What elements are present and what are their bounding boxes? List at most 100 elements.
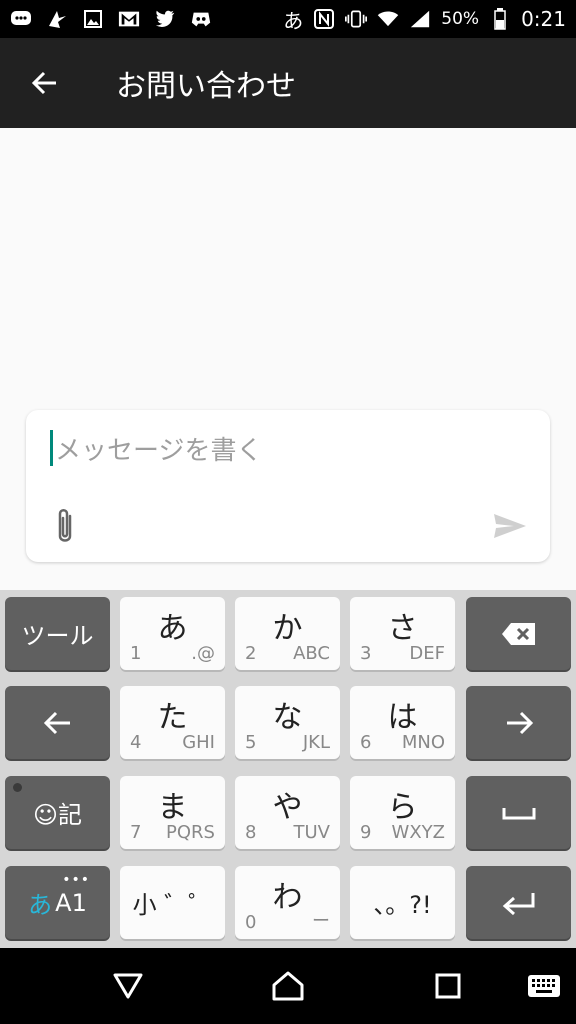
image-icon (82, 8, 104, 30)
key-ha[interactable]: は 6 MNO (350, 686, 455, 759)
key-na-num: 5 (245, 732, 257, 753)
key-na-main: な (272, 700, 303, 735)
cursor-right-key[interactable] (466, 686, 571, 759)
battery-icon (489, 8, 511, 30)
key-ka-sub: ABC (293, 643, 330, 664)
tool-key[interactable]: ツール (5, 597, 110, 670)
signal-icon (409, 8, 431, 30)
key-ha-main: は (387, 700, 418, 735)
bird-icon (46, 8, 68, 30)
key-ma-num: 7 (130, 822, 142, 843)
key-ka-num: 2 (245, 643, 257, 664)
key-ya-sub: TUV (293, 822, 330, 843)
input-mode-alpha: A1 (55, 888, 87, 917)
more-dots-icon: ••• (62, 872, 90, 888)
key-ha-sub: MNO (401, 732, 445, 753)
send-icon (494, 514, 526, 538)
message-input-placeholder: メッセージを書く (55, 435, 263, 466)
space-key[interactable] (466, 776, 571, 849)
nav-recents-button[interactable] (428, 966, 468, 1006)
key-ma-sub: PQRS (166, 822, 215, 843)
key-ra-sub: WXYZ (391, 822, 445, 843)
key-wa[interactable]: わ 0 ー (235, 866, 340, 939)
key-ra[interactable]: ら 9 WXYZ (350, 776, 455, 849)
cursor-left-key[interactable] (5, 686, 110, 759)
key-na[interactable]: な 5 JKL (235, 686, 340, 759)
ime-indicator: あ (283, 8, 304, 33)
message-composer: メッセージを書く (26, 410, 550, 562)
key-a-num: 1 (130, 643, 142, 664)
keyboard-icon (528, 975, 560, 997)
key-ya-num: 8 (245, 822, 257, 843)
dakuten-key-label: 小 ゛゜ (132, 891, 213, 919)
twitter-icon (154, 8, 176, 30)
battery-percent: 50% (441, 9, 480, 29)
enter-key[interactable] (466, 866, 571, 939)
key-ta-main: た (157, 700, 188, 735)
message-input[interactable]: メッセージを書く (50, 428, 520, 468)
space-icon (502, 807, 535, 819)
gmail-icon (118, 8, 140, 30)
key-wa-sub: ー (312, 911, 330, 932)
discord-icon (190, 8, 212, 30)
arrow-left-icon (43, 711, 70, 734)
enter-icon (502, 892, 534, 915)
key-ma-main: ま (157, 790, 188, 825)
nfc-icon (313, 8, 335, 30)
back-button[interactable] (0, 38, 90, 128)
key-a-sub: .@ (191, 643, 215, 664)
emoji-key-label: ☺記 (32, 801, 83, 829)
triangle-down-icon (113, 973, 143, 999)
key-na-sub: JKL (302, 732, 330, 753)
key-ta-sub: GHI (182, 732, 215, 753)
key-ta[interactable]: た 4 GHI (120, 686, 225, 759)
send-button[interactable] (490, 506, 530, 546)
emoji-key[interactable]: ☺記 (5, 776, 110, 849)
key-ra-main: ら (387, 790, 418, 825)
status-bar: あ 50% 0:21 (0, 0, 576, 38)
key-ha-num: 6 (360, 732, 372, 753)
key-wa-num: 0 (245, 912, 257, 933)
key-ka-main: か (272, 611, 303, 646)
punctuation-key[interactable]: 、。?! (350, 866, 455, 939)
key-sa[interactable]: さ 3 DEF (350, 597, 455, 670)
page-title: お問い合わせ (116, 69, 296, 104)
backspace-key[interactable] (466, 597, 571, 670)
tool-key-label: ツール (21, 622, 94, 650)
square-icon (435, 973, 461, 999)
app-bar: お問い合わせ (0, 38, 576, 128)
backspace-icon (501, 622, 535, 645)
key-ta-num: 4 (130, 732, 142, 753)
key-ya[interactable]: や 8 TUV (235, 776, 340, 849)
dakuten-key[interactable]: 小 ゛゜ (120, 866, 225, 939)
paperclip-icon (58, 509, 72, 542)
emoji-key-dot (13, 783, 22, 792)
clock: 0:21 (521, 7, 566, 31)
key-a-main: あ (157, 611, 188, 646)
key-sa-sub: DEF (409, 643, 445, 664)
punctuation-key-label: 、。?! (373, 891, 432, 919)
key-ka[interactable]: か 2 ABC (235, 597, 340, 670)
key-sa-num: 3 (360, 643, 372, 664)
input-mode-key[interactable]: ••• あ A1 (5, 866, 110, 939)
nav-home-button[interactable] (268, 966, 308, 1006)
keyboard: ツール あ 1 .@ か 2 ABC さ 3 DEF た 4 GHI な 5 J… (0, 590, 576, 948)
text-cursor (50, 430, 53, 466)
conversation-area: メッセージを書く (0, 128, 576, 590)
home-icon (272, 971, 304, 1001)
key-ma[interactable]: ま 7 PQRS (120, 776, 225, 849)
keyboard-switch-button[interactable] (524, 966, 564, 1006)
nav-back-button[interactable] (108, 966, 148, 1006)
key-a[interactable]: あ 1 .@ (120, 597, 225, 670)
key-ra-num: 9 (360, 822, 372, 843)
input-mode-kana: あ (28, 891, 53, 919)
vibrate-icon (345, 8, 368, 30)
arrow-left-icon (31, 71, 56, 95)
attach-button[interactable] (50, 506, 80, 546)
arrow-right-icon (506, 711, 533, 734)
key-ya-main: や (272, 790, 303, 825)
message-icon (10, 8, 32, 30)
navigation-bar (0, 948, 576, 1024)
wifi-icon (377, 8, 399, 30)
key-sa-main: さ (387, 611, 418, 646)
